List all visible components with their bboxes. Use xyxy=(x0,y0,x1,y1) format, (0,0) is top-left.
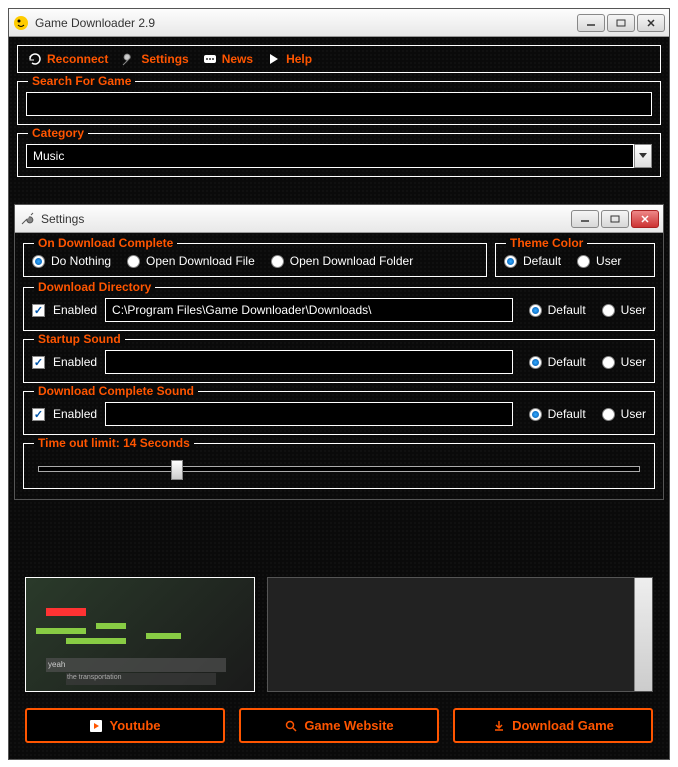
settings-minimize-button[interactable] xyxy=(571,210,599,228)
category-dropdown-button[interactable] xyxy=(634,144,652,168)
timeout-slider[interactable] xyxy=(38,466,640,472)
main-toolbar: Reconnect Settings News Help xyxy=(17,45,661,73)
search-group-label: Search For Game xyxy=(28,74,135,88)
help-label: Help xyxy=(286,52,312,66)
download-button[interactable]: Download Game xyxy=(453,708,653,743)
directory-group: Download Directory ✓ Enabled Default Use… xyxy=(23,287,655,331)
category-select[interactable] xyxy=(26,144,634,168)
open-folder-label: Open Download Folder xyxy=(290,254,413,268)
play-icon xyxy=(89,719,103,733)
settings-label: Settings xyxy=(141,52,188,66)
directory-default-radio[interactable] xyxy=(529,304,542,317)
download-label: Download Game xyxy=(512,718,614,733)
website-button[interactable]: Game Website xyxy=(239,708,439,743)
description-scrollbar[interactable] xyxy=(634,578,652,691)
open-file-radio[interactable] xyxy=(127,255,140,268)
search-icon xyxy=(284,719,298,733)
theme-default-radio[interactable] xyxy=(504,255,517,268)
download-icon xyxy=(492,719,506,733)
complete-sound-label: Download Complete Sound xyxy=(34,384,198,398)
timeout-slider-thumb[interactable] xyxy=(171,460,183,480)
timeout-group: Time out limit: 14 Seconds xyxy=(23,443,655,489)
description-panel xyxy=(267,577,653,692)
theme-color-group: Theme Color Default User xyxy=(495,243,655,277)
wrench-icon xyxy=(122,52,136,66)
category-group: Category xyxy=(17,133,661,177)
news-button[interactable]: News xyxy=(203,52,253,66)
complete-sound-group: Download Complete Sound ✓ Enabled Defaul… xyxy=(23,391,655,435)
startup-default-radio[interactable] xyxy=(529,356,542,369)
startup-default-label: Default xyxy=(548,355,586,369)
news-label: News xyxy=(222,52,253,66)
search-input[interactable] xyxy=(26,92,652,116)
settings-button[interactable]: Settings xyxy=(122,52,188,66)
do-nothing-label: Do Nothing xyxy=(51,254,111,268)
directory-enabled-check[interactable]: ✓ xyxy=(32,304,45,317)
directory-user-label: User xyxy=(621,303,646,317)
minimize-button[interactable] xyxy=(577,14,605,32)
game-thumbnail[interactable]: yeah the transportation xyxy=(25,577,255,692)
complete-user-label: User xyxy=(621,407,646,421)
close-button[interactable] xyxy=(637,14,665,32)
help-icon xyxy=(267,52,281,66)
theme-default-label: Default xyxy=(523,254,561,268)
directory-enabled-label: Enabled xyxy=(53,303,97,317)
complete-enabled-check[interactable]: ✓ xyxy=(32,408,45,421)
settings-close-button[interactable] xyxy=(631,210,659,228)
theme-user-label: User xyxy=(596,254,621,268)
website-label: Game Website xyxy=(304,718,393,733)
do-nothing-radio[interactable] xyxy=(32,255,45,268)
directory-label: Download Directory xyxy=(34,280,155,294)
settings-title: Settings xyxy=(41,212,571,226)
main-title: Game Downloader 2.9 xyxy=(35,16,577,30)
action-buttons: Youtube Game Website Download Game xyxy=(17,700,661,751)
complete-default-radio[interactable] xyxy=(529,408,542,421)
youtube-button[interactable]: Youtube xyxy=(25,708,225,743)
startup-enabled-check[interactable]: ✓ xyxy=(32,356,45,369)
directory-path-input[interactable] xyxy=(105,298,513,322)
settings-titlebar[interactable]: Settings xyxy=(15,205,663,233)
main-titlebar[interactable]: Game Downloader 2.9 xyxy=(9,9,669,37)
directory-user-radio[interactable] xyxy=(602,304,615,317)
settings-maximize-button[interactable] xyxy=(601,210,629,228)
reconnect-label: Reconnect xyxy=(47,52,108,66)
youtube-label: Youtube xyxy=(109,718,160,733)
complete-default-label: Default xyxy=(548,407,586,421)
startup-user-radio[interactable] xyxy=(602,356,615,369)
startup-sound-input[interactable] xyxy=(105,350,513,374)
news-icon xyxy=(203,52,217,66)
theme-user-radio[interactable] xyxy=(577,255,590,268)
search-group: Search For Game xyxy=(17,81,661,125)
startup-sound-label: Startup Sound xyxy=(34,332,125,346)
complete-enabled-label: Enabled xyxy=(53,407,97,421)
app-icon xyxy=(13,15,29,31)
directory-default-label: Default xyxy=(548,303,586,317)
on-complete-label: On Download Complete xyxy=(34,236,177,250)
complete-sound-input[interactable] xyxy=(105,402,513,426)
maximize-button[interactable] xyxy=(607,14,635,32)
help-button[interactable]: Help xyxy=(267,52,312,66)
settings-window-icon xyxy=(19,211,35,227)
startup-enabled-label: Enabled xyxy=(53,355,97,369)
timeout-label: Time out limit: 14 Seconds xyxy=(34,436,194,450)
category-group-label: Category xyxy=(28,126,88,140)
on-complete-group: On Download Complete Do Nothing Open Dow… xyxy=(23,243,487,277)
preview-row: yeah the transportation xyxy=(17,577,661,700)
settings-window: Settings On Download Complete Do Nothing… xyxy=(14,204,664,500)
startup-sound-group: Startup Sound ✓ Enabled Default User xyxy=(23,339,655,383)
startup-user-label: User xyxy=(621,355,646,369)
open-folder-radio[interactable] xyxy=(271,255,284,268)
theme-color-label: Theme Color xyxy=(506,236,587,250)
reconnect-icon xyxy=(28,52,42,66)
open-file-label: Open Download File xyxy=(146,254,255,268)
complete-user-radio[interactable] xyxy=(602,408,615,421)
reconnect-button[interactable]: Reconnect xyxy=(28,52,108,66)
